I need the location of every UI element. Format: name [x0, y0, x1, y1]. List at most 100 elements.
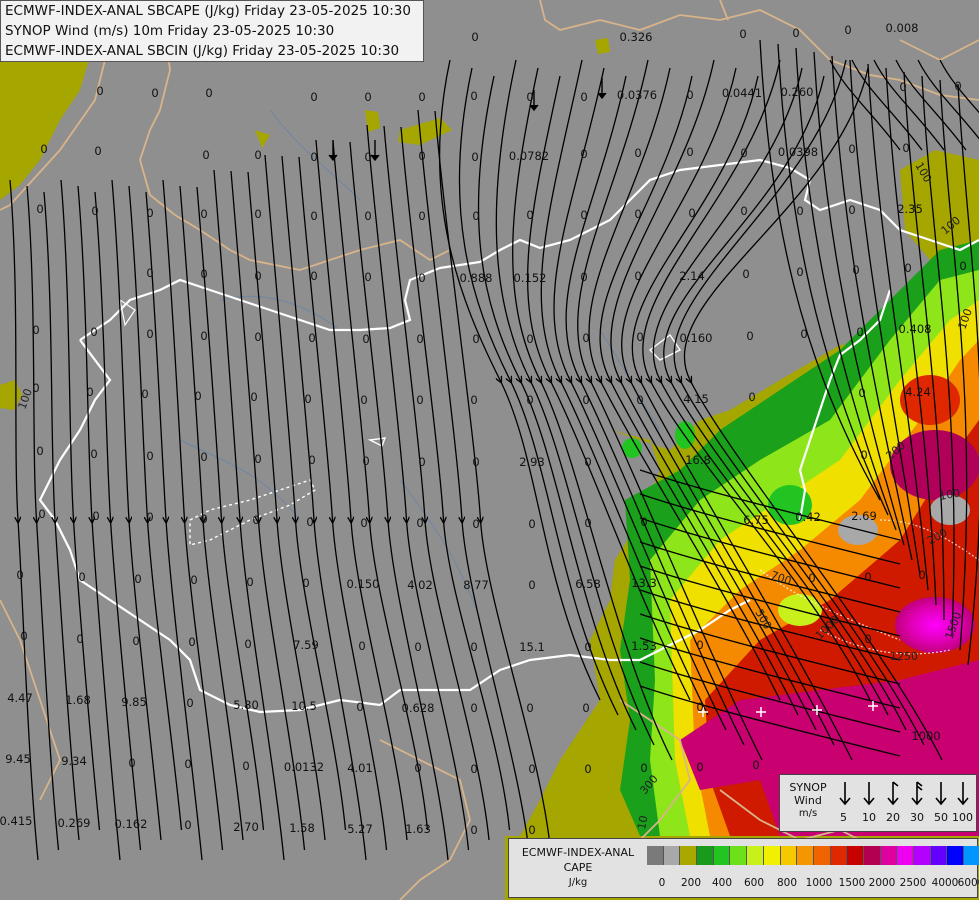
cin-value-label: 0 [200, 450, 207, 464]
cape-tick-label: 800 [776, 877, 798, 889]
cin-value-label: 0 [416, 516, 423, 530]
cin-value-label: 0 [186, 696, 193, 710]
cin-value-label: 6.75 [743, 513, 769, 527]
cape-legend: ECMWF-INDEX-ANAL CAPE J/kg 0 200 400 600 800… [508, 838, 979, 898]
cin-value-label: 0 [848, 203, 855, 217]
cape-color-swatch [914, 846, 931, 865]
cin-value-label: 0 [200, 329, 207, 343]
cin-value-label: 0 [856, 325, 863, 339]
wind-legend-arrows [839, 781, 969, 806]
cin-value-label: 2.14 [679, 269, 705, 283]
wind-speed-label: 20 [886, 811, 900, 824]
cin-value-label: 0 [580, 90, 587, 104]
cin-value-label: 0 [20, 629, 27, 643]
cape-color-swatch [663, 846, 681, 865]
cin-value-label: 0 [472, 332, 479, 346]
cape-color-swatch [863, 846, 881, 865]
cin-value-label: 0 [636, 330, 643, 344]
cin-value-label: 0 [470, 823, 477, 837]
cin-value-label: 0 [470, 762, 477, 776]
cin-value-label: 0 [471, 30, 478, 44]
cin-value-label: 0 [90, 447, 97, 461]
cin-value-label: 7.59 [293, 638, 319, 652]
cin-value-label: 0 [146, 449, 153, 463]
cin-value-label: 0 [858, 386, 865, 400]
cape-tick-label: 200 [680, 877, 702, 889]
cape-color-swatch [797, 846, 814, 865]
cin-value-label: 2.69 [851, 509, 877, 523]
cape-color-swatch [713, 846, 731, 865]
cin-value-label: 0 [528, 578, 535, 592]
cin-value-label: 0 [696, 638, 703, 652]
cin-value-label: 1.63 [405, 822, 431, 836]
cape-contour-label: 1250 [890, 650, 918, 663]
cin-value-label: 0 [686, 145, 693, 159]
cin-value-label: 0 [364, 90, 371, 104]
cin-value-label: 0.0782 [509, 149, 549, 163]
cin-value-label: 0 [959, 259, 966, 273]
cin-value-label: 0 [852, 263, 859, 277]
cin-value-label: 0 [310, 209, 317, 223]
cin-value-label: 0 [188, 635, 195, 649]
cin-value-label: 0 [796, 204, 803, 218]
cape-color-swatch [830, 846, 848, 865]
cin-value-label: 0.0441 [722, 86, 762, 100]
cin-value-label: 0 [254, 452, 261, 466]
cin-value-label: 0.150 [347, 577, 380, 591]
cin-value-label: 5.27 [347, 822, 373, 836]
cin-value-label: 0 [205, 86, 212, 100]
cin-value-label: 0 [356, 700, 363, 714]
cin-value-label: 0 [310, 150, 317, 164]
wind-speed-label: 10 [862, 811, 876, 824]
cin-value-label: 0 [918, 568, 925, 582]
cin-value-label: 0 [246, 575, 253, 589]
cin-value-label: 0 [244, 637, 251, 651]
wind-legend: SYNOP Wind m/s 5 10 20 30 50 100 [779, 774, 977, 832]
cin-value-label: 1.58 [289, 821, 315, 835]
cin-value-label: 0.326 [620, 30, 653, 44]
cin-value-label: 0 [418, 455, 425, 469]
cin-value-label: 0 [302, 576, 309, 590]
cape-scale-ticks: 0 200 400 600 800 1000 150020002500 40006000 [647, 877, 979, 891]
cin-value-label: 4.24 [905, 385, 931, 399]
cin-value-label: 1000 [911, 729, 940, 743]
cin-value-label: 1.68 [65, 693, 91, 707]
cin-value-label: 0 [634, 269, 641, 283]
cin-value-label: 0 [526, 90, 533, 104]
cin-value-label: 0 [584, 455, 591, 469]
cin-value-label: 0 [580, 147, 587, 161]
cape-color-swatch [697, 846, 714, 865]
cin-value-label: 9.34 [61, 754, 87, 768]
cape-color-swatch [680, 846, 698, 865]
cin-value-label: 0 [742, 267, 749, 281]
cape-tick-label: 2500 [899, 877, 927, 889]
cape-color-swatch [647, 846, 664, 865]
cin-value-label: 0 [200, 512, 207, 526]
cin-value-label: 0.408 [899, 322, 932, 336]
cin-value-label: 0 [864, 570, 871, 584]
cin-value-label: 10.5 [291, 699, 317, 713]
cape-color-swatch [747, 846, 764, 865]
cin-value-label: 0 [418, 90, 425, 104]
cape-tick-label: 4000 [931, 877, 959, 889]
cin-value-label: 0 [472, 209, 479, 223]
cape-color-swatch [930, 846, 948, 865]
cin-value-label: 0 [860, 448, 867, 462]
cape-color-swatch [880, 846, 898, 865]
cin-value-label: 0 [414, 761, 421, 775]
cin-value-label: 0 [844, 23, 851, 37]
cin-value-label: 0 [141, 387, 148, 401]
cin-value-label: 0 [696, 760, 703, 774]
cin-value-label: 0 [580, 208, 587, 222]
cin-value-label: 0 [146, 327, 153, 341]
cin-value-label: 0 [904, 261, 911, 275]
cape-legend-title: ECMWF-INDEX-ANAL CAPE J/kg [521, 846, 635, 888]
cin-value-label: 0 [308, 453, 315, 467]
cin-value-label: 0 [40, 142, 47, 156]
cin-value-label: 0 [242, 759, 249, 773]
cin-value-label: 0 [134, 572, 141, 586]
cape-tick-label: 6000 [957, 877, 979, 889]
cape-color-swatch [730, 846, 748, 865]
cin-value-label: 0 [250, 390, 257, 404]
cin-value-label: 0 [96, 84, 103, 98]
